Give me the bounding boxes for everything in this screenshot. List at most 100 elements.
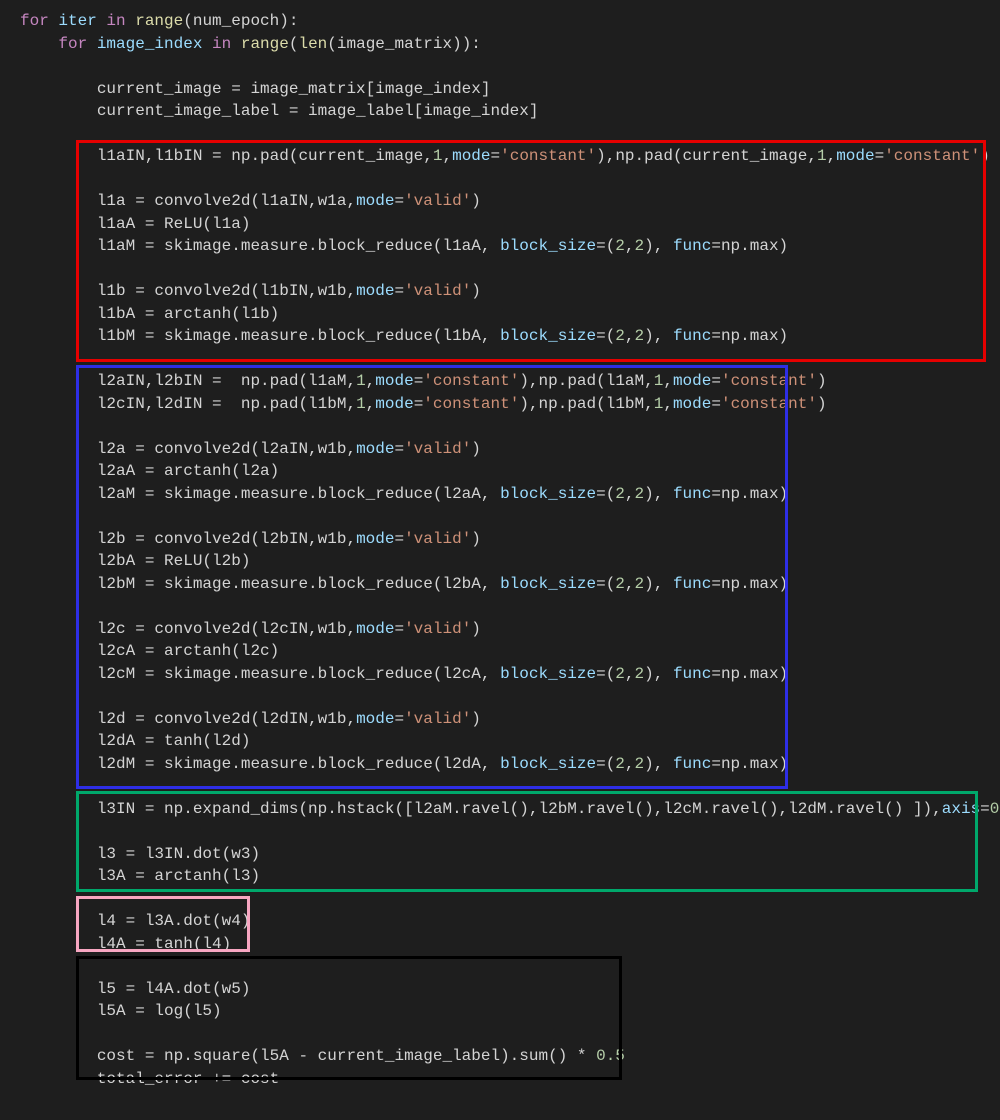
param: mode xyxy=(375,372,413,390)
code-text: ), xyxy=(644,755,673,773)
number: 2 xyxy=(615,485,625,503)
code-editor[interactable]: for iter in range(num_epoch): for image_… xyxy=(0,0,1000,1120)
code-line: l5 = l4A.dot(w5) xyxy=(0,978,1000,1001)
param: mode xyxy=(356,192,394,210)
number: 0.5 xyxy=(596,1047,625,1065)
number: 2 xyxy=(635,327,645,345)
code-line: l2a = convolve2d(l2aIN,w1b,mode='valid') xyxy=(0,438,1000,461)
code-line: l1aIN,l1bIN = np.pad(current_image,1,mod… xyxy=(0,145,1000,168)
code-text: , xyxy=(366,395,376,413)
code-text: ) xyxy=(471,192,481,210)
number: 1 xyxy=(356,395,366,413)
code-text: =( xyxy=(596,327,615,345)
code-text: iter xyxy=(49,12,107,30)
keyword-in: in xyxy=(106,12,125,30)
code-text: =np.max) xyxy=(711,327,788,345)
number: 2 xyxy=(635,755,645,773)
string: 'valid' xyxy=(404,530,471,548)
code-text: = xyxy=(875,147,885,165)
string: 'valid' xyxy=(404,620,471,638)
code-text: , xyxy=(625,755,635,773)
code-text: ), xyxy=(644,485,673,503)
code-text: l2d = convolve2d(l2dIN,w1b, xyxy=(20,710,356,728)
code-line: l2b = convolve2d(l2bIN,w1b,mode='valid') xyxy=(0,528,1000,551)
param: mode xyxy=(673,372,711,390)
param: func xyxy=(673,575,711,593)
param: mode xyxy=(356,282,394,300)
blank-line xyxy=(0,168,1000,191)
code-text: = xyxy=(394,530,404,548)
number: 2 xyxy=(635,485,645,503)
code-text: ), xyxy=(644,327,673,345)
fn-range: range xyxy=(231,35,289,53)
number: 0 xyxy=(990,800,1000,818)
code-line: l4 = l3A.dot(w4) xyxy=(0,910,1000,933)
code-text: l3A = arctanh(l3) xyxy=(20,867,260,885)
code-text: ) xyxy=(471,620,481,638)
code-line: l1aA = ReLU(l1a) xyxy=(0,213,1000,236)
code-text: ),np.pad(current_image, xyxy=(596,147,817,165)
code-line: l3 = l3IN.dot(w3) xyxy=(0,843,1000,866)
code-text: ), xyxy=(644,237,673,255)
code-text: l2dM = skimage.measure.block_reduce(l2dA… xyxy=(20,755,500,773)
param: func xyxy=(673,485,711,503)
code-text: = xyxy=(414,372,424,390)
code-text: = xyxy=(394,620,404,638)
param: block_size xyxy=(500,485,596,503)
number: 2 xyxy=(635,237,645,255)
param: mode xyxy=(452,147,490,165)
code-text: , xyxy=(625,665,635,683)
code-line: total_error += cost xyxy=(0,1068,1000,1091)
blank-line xyxy=(0,595,1000,618)
code-text: = xyxy=(394,440,404,458)
code-text: ) xyxy=(471,530,481,548)
code-text: =np.max) xyxy=(711,575,788,593)
code-line: current_image_label = image_label[image_… xyxy=(0,100,1000,123)
code-text: l1bM = skimage.measure.block_reduce(l1bA… xyxy=(20,327,500,345)
number: 2 xyxy=(615,755,625,773)
code-text: l5A = log(l5) xyxy=(20,1002,222,1020)
string: 'valid' xyxy=(404,710,471,728)
code-line: l2aA = arctanh(l2a) xyxy=(0,460,1000,483)
code-text: ), xyxy=(644,575,673,593)
param: mode xyxy=(356,440,394,458)
code-text: l2bM = skimage.measure.block_reduce(l2bA… xyxy=(20,575,500,593)
number: 2 xyxy=(615,665,625,683)
blank-line xyxy=(0,820,1000,843)
fn-len: len xyxy=(298,35,327,53)
code-text: l1aM = skimage.measure.block_reduce(l1aA… xyxy=(20,237,500,255)
code-text: l4 = l3A.dot(w4) xyxy=(20,912,250,930)
number: 2 xyxy=(615,575,625,593)
code-text: l2dA = tanh(l2d) xyxy=(20,732,250,750)
code-text: l1aIN,l1bIN = np.pad(current_image, xyxy=(20,147,433,165)
param: block_size xyxy=(500,237,596,255)
code-text: = xyxy=(711,395,721,413)
code-line: for image_index in range(len(image_matri… xyxy=(0,33,1000,56)
code-text: ),np.pad(l1bM, xyxy=(519,395,653,413)
blank-line xyxy=(0,348,1000,371)
code-text: =np.max) xyxy=(711,755,788,773)
code-text: l2aM = skimage.measure.block_reduce(l2aA… xyxy=(20,485,500,503)
code-line: l2d = convolve2d(l2dIN,w1b,mode='valid') xyxy=(0,708,1000,731)
code-text: =( xyxy=(596,237,615,255)
code-text: l2aIN,l2bIN = np.pad(l1aM, xyxy=(20,372,356,390)
keyword-for: for xyxy=(20,35,87,53)
param: mode xyxy=(356,710,394,728)
code-text: ) xyxy=(980,147,990,165)
code-line: l2dA = tanh(l2d) xyxy=(0,730,1000,753)
param: func xyxy=(673,755,711,773)
code-line: l2dM = skimage.measure.block_reduce(l2dA… xyxy=(0,753,1000,776)
code-line: l2bM = skimage.measure.block_reduce(l2bA… xyxy=(0,573,1000,596)
code-text: l1bA = arctanh(l1b) xyxy=(20,305,279,323)
code-text: l2cIN,l2dIN = np.pad(l1bM, xyxy=(20,395,356,413)
code-text: ) xyxy=(471,282,481,300)
code-line: l1bA = arctanh(l1b) xyxy=(0,303,1000,326)
code-text: =np.max) xyxy=(711,237,788,255)
string: 'constant' xyxy=(423,395,519,413)
keyword-in: in xyxy=(212,35,231,53)
code-text: = xyxy=(491,147,501,165)
param: mode xyxy=(673,395,711,413)
number: 2 xyxy=(635,665,645,683)
code-text: = xyxy=(394,282,404,300)
code-text: l2a = convolve2d(l2aIN,w1b, xyxy=(20,440,356,458)
